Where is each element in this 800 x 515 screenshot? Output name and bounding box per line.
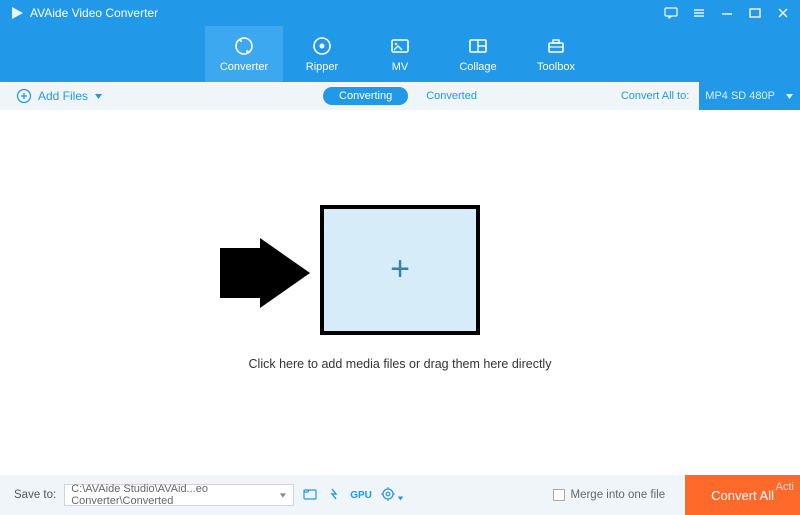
titlebar: AVAide Video Converter [0, 0, 800, 26]
nav-ripper[interactable]: Ripper [283, 26, 361, 82]
nav-converter[interactable]: Converter [205, 26, 283, 82]
nav-label: Collage [459, 61, 496, 73]
save-to-label: Save to: [14, 489, 56, 501]
format-value: MP4 SD 480P [705, 90, 775, 102]
tab-converted[interactable]: Converted [426, 90, 477, 102]
nav-label: MV [392, 61, 409, 73]
chevron-down-icon [279, 491, 287, 500]
toolbox-icon [545, 35, 567, 57]
footer-bar: Save to: C:\AVAide Studio\AVAid...eo Con… [0, 475, 800, 515]
add-files-label: Add Files [38, 89, 88, 103]
gpu-icon[interactable]: GPU [350, 490, 372, 501]
status-tabs: Converting Converted [323, 87, 477, 105]
save-path-select[interactable]: C:\AVAide Studio\AVAid...eo Converter\Co… [64, 484, 294, 506]
tab-converting[interactable]: Converting [323, 87, 408, 105]
watermark-text: Acti [776, 481, 794, 493]
ripper-icon [311, 35, 333, 57]
app-logo: AVAide Video Converter [10, 6, 158, 20]
nav-toolbox[interactable]: Toolbox [517, 26, 595, 82]
mv-icon [389, 35, 411, 57]
dropzone-hint: Click here to add media files or drag th… [249, 357, 552, 371]
app-title: AVAide Video Converter [30, 6, 158, 20]
nav-collage[interactable]: Collage [439, 26, 517, 82]
nav-label: Ripper [306, 61, 338, 73]
output-format-select[interactable]: MP4 SD 480P [699, 82, 800, 110]
add-files-button[interactable]: Add Files [16, 88, 103, 104]
maximize-icon[interactable] [748, 6, 762, 20]
close-icon[interactable] [776, 6, 790, 20]
open-folder-icon[interactable] [302, 486, 318, 505]
merge-checkbox[interactable]: Merge into one file [553, 489, 666, 501]
feedback-icon[interactable] [664, 6, 678, 20]
main-area: + Click here to add media files or drag … [0, 110, 800, 475]
subbar: Add Files Converting Converted Convert A… [0, 82, 800, 110]
converter-icon [233, 35, 255, 57]
nav-label: Toolbox [537, 61, 575, 73]
nav-mv[interactable]: MV [361, 26, 439, 82]
speed-icon[interactable] [326, 486, 342, 505]
arrow-annotation [220, 238, 310, 313]
checkbox-icon [553, 489, 565, 501]
plus-circle-icon [16, 88, 32, 104]
plus-icon: + [390, 250, 410, 289]
settings-icon[interactable] [380, 486, 404, 505]
nav-label: Converter [220, 61, 268, 73]
chevron-down-icon [94, 92, 103, 101]
main-nav: Converter Ripper MV Collage Toolbox [0, 26, 800, 82]
add-media-dropzone[interactable]: + [320, 205, 480, 335]
chevron-down-icon [785, 92, 794, 101]
footer-tools: GPU [302, 486, 404, 505]
convert-all-to: Convert All to: MP4 SD 480P [621, 82, 784, 110]
merge-label: Merge into one file [571, 489, 666, 501]
minimize-icon[interactable] [720, 6, 734, 20]
collage-icon [467, 35, 489, 57]
convert-all-label: Convert All to: [621, 90, 689, 102]
menu-icon[interactable] [692, 6, 706, 20]
window-controls [664, 6, 790, 20]
save-path-value: C:\AVAide Studio\AVAid...eo Converter\Co… [71, 483, 279, 507]
play-logo-icon [10, 6, 24, 20]
